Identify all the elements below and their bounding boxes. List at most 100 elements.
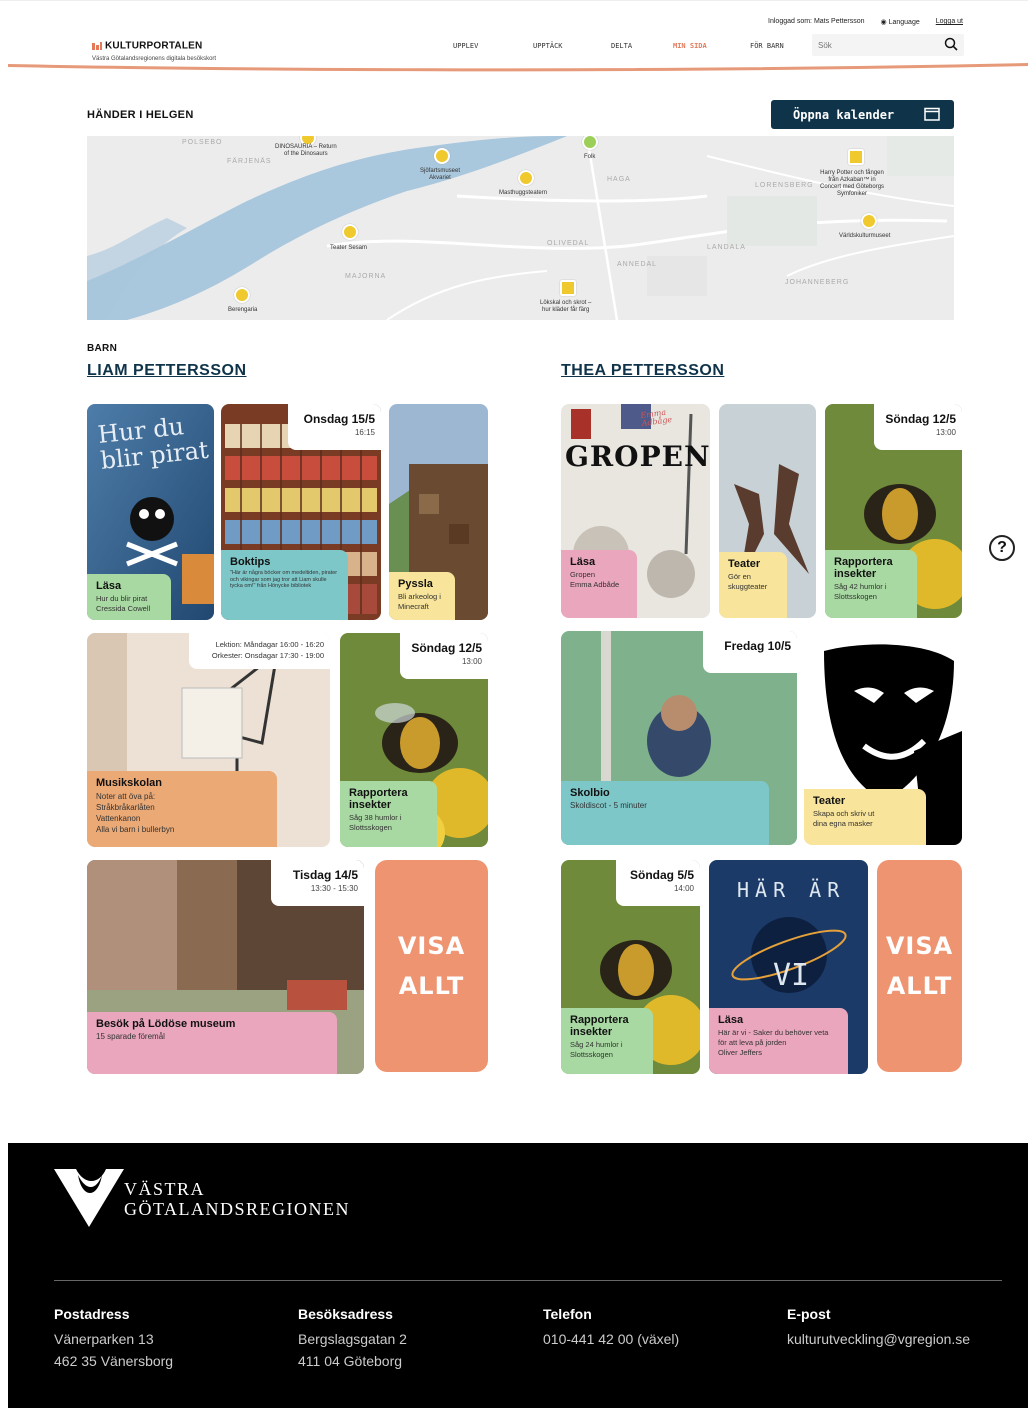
site-logo[interactable]: KULTURPORTALEN Västra Götalandsregionens… bbox=[92, 37, 216, 62]
har-ar-vi-title-top: HÄR ÄR bbox=[737, 878, 846, 902]
card-musikskolan[interactable]: Lektion: Måndagar 16:00 - 16:20 Orkester… bbox=[87, 633, 330, 847]
footer-postal-address: Postadress Vänerparken 13 462 35 Vänersb… bbox=[54, 1306, 173, 1372]
card-tag: Besök på Lödöse museum 15 sparade föremå… bbox=[87, 1012, 337, 1074]
card-teater-masker[interactable]: Teater Skapa och skriv ut dina egna mask… bbox=[804, 631, 962, 845]
date-box: Söndag 12/5 13:00 bbox=[874, 404, 962, 450]
map-pin[interactable] bbox=[434, 148, 450, 164]
map-area-label: MAJORNA bbox=[345, 273, 387, 280]
footer-line: Vänerparken 13 bbox=[54, 1331, 154, 1347]
book-cover-title: Hur du blir pirat bbox=[96, 412, 210, 475]
card-title: Läsa bbox=[96, 580, 122, 592]
card-tag: Boktips "Här är några böcker om medeltid… bbox=[221, 550, 348, 620]
card-teater-skugg[interactable]: Teater Gör en skuggteater bbox=[719, 404, 816, 618]
footer-heading: E-post bbox=[787, 1306, 831, 1322]
event-date: Tisdag 14/5 bbox=[292, 868, 358, 882]
footer-line: Bergslagsgatan 2 bbox=[298, 1331, 407, 1347]
map-pin-label: Världskulturmuseet bbox=[839, 233, 891, 239]
lesson-time: Lektion: Måndagar 16:00 - 16:20 bbox=[215, 640, 324, 649]
date-box: Onsdag 15/5 16:15 bbox=[288, 404, 381, 450]
card-rapportera-insekter-liam[interactable]: Söndag 12/5 13:00 Rapportera insekter Så… bbox=[340, 633, 488, 847]
help-button[interactable]: ? bbox=[989, 535, 1015, 561]
map-area-label: HAGA bbox=[607, 176, 631, 183]
map-pin[interactable] bbox=[560, 280, 576, 296]
card-subtitle: Gropen Emma Adbåde bbox=[570, 570, 620, 589]
card-title: Rapportera insekter bbox=[349, 787, 408, 811]
map-pin[interactable] bbox=[861, 213, 877, 229]
footer-heading: Postadress bbox=[54, 1306, 130, 1322]
card-subtitle: "Här är några böcker om medeltiden, pira… bbox=[230, 570, 338, 589]
child-name-thea[interactable]: THEA PETTERSSON bbox=[561, 362, 724, 380]
map-pin-label: Teater Sesam bbox=[330, 245, 368, 251]
nav-upptack[interactable]: UPPTÄCK bbox=[533, 42, 611, 50]
logged-in-text: Inloggad som: Mats Pettersson bbox=[768, 18, 865, 25]
card-subtitle: Gör en skuggteater bbox=[728, 572, 768, 591]
card-lasa-liam[interactable]: Hur du blir pirat Läsa Hur du blir pirat… bbox=[87, 404, 214, 620]
footer-email-link[interactable]: kulturutveckling@vgregion.se bbox=[787, 1328, 970, 1350]
vgr-logo[interactable]: VÄSTRA GÖTALANDSREGIONEN bbox=[54, 1169, 349, 1234]
map-pin[interactable] bbox=[518, 170, 534, 186]
date-box: Söndag 12/5 13:00 bbox=[400, 633, 488, 679]
show-all-button-thea[interactable]: VISA ALLT bbox=[877, 860, 962, 1072]
map-area-label: POLSEBO bbox=[182, 139, 223, 146]
card-subtitle: Hur du blir pirat Cressida Cowell bbox=[96, 594, 151, 613]
card-tag: Rapportera insekter Såg 42 humlor i Slot… bbox=[825, 550, 917, 618]
card-title: Skolbio bbox=[570, 787, 610, 799]
map-pin[interactable] bbox=[234, 287, 250, 303]
card-subtitle: Såg 38 humlor i Slottsskogen bbox=[349, 813, 402, 832]
weekend-title: HÄNDER I HELGEN bbox=[87, 109, 194, 121]
footer-phone-link[interactable]: 010-441 42 00 (växel) bbox=[543, 1328, 679, 1350]
gropen-title: GROPEN bbox=[565, 440, 710, 473]
card-lasa-gropen[interactable]: Emma Adbåge GROPEN Läsa Gropen Emma Adbå… bbox=[561, 404, 710, 618]
child-name-liam[interactable]: LIAM PETTERSSON bbox=[87, 362, 247, 380]
nav-min-sida[interactable]: MIN SIDA bbox=[673, 42, 750, 50]
map-area-label: ANNEDAL bbox=[617, 261, 658, 268]
card-tag: Teater Skapa och skriv ut dina egna mask… bbox=[804, 789, 926, 845]
card-boktips[interactable]: Onsdag 15/5 16:15 Boktips "Här är några … bbox=[221, 404, 381, 620]
globe-icon: ◉ bbox=[880, 19, 887, 26]
card-title: Teater bbox=[728, 558, 761, 570]
vgr-logo-icon bbox=[54, 1169, 124, 1227]
search-input[interactable] bbox=[812, 34, 932, 56]
card-lodose-museum[interactable]: Tisdag 14/5 13:30 - 15:30 Besök på Lödös… bbox=[87, 860, 364, 1074]
event-time: 13:00 bbox=[935, 428, 956, 437]
date-box: Tisdag 14/5 13:30 - 15:30 bbox=[271, 860, 364, 906]
card-tag: Läsa Här är vi - Saker du behöver veta f… bbox=[709, 1008, 848, 1074]
logo-title: KULTURPORTALEN bbox=[105, 40, 203, 52]
card-subtitle: Skapa och skriv ut dina egna masker bbox=[813, 809, 875, 828]
card-lasa-har-ar-vi[interactable]: HÄR ÄR VI Läsa Här är vi - Saker du behö… bbox=[709, 860, 868, 1074]
footer-phone: Telefon 010-441 42 00 (växel) bbox=[543, 1306, 679, 1350]
card-tag: Musikskolan Noter att öva på: Stråkbråka… bbox=[87, 771, 277, 847]
show-all-button-liam[interactable]: VISA ALLT bbox=[375, 860, 488, 1072]
card-pyssla[interactable]: Pyssla Bli arkeolog i Minecraft bbox=[389, 404, 488, 620]
footer-heading: Telefon bbox=[543, 1306, 592, 1322]
card-rapportera-insekter-thea-2[interactable]: Söndag 5/5 14:00 Rapportera insekter Såg… bbox=[561, 860, 700, 1074]
logout-link[interactable]: Logga ut bbox=[936, 18, 963, 26]
language-link[interactable]: ◉ Language bbox=[881, 18, 920, 26]
footer: VÄSTRA GÖTALANDSREGIONEN Postadress Väne… bbox=[8, 1143, 1028, 1408]
nav-upplev[interactable]: UPPLEV bbox=[453, 42, 533, 50]
map-pin[interactable] bbox=[848, 149, 864, 165]
map-pin[interactable] bbox=[342, 224, 358, 240]
language-label: Language bbox=[888, 19, 920, 26]
events-map[interactable]: POLSEBO FÄRJENÄS HAGA LORENSBERG OLIVEDA… bbox=[87, 136, 954, 320]
card-subtitle: Bli arkeolog i Minecraft bbox=[398, 592, 441, 611]
map-background bbox=[87, 136, 954, 320]
calendar-icon bbox=[924, 107, 940, 121]
nav-delta[interactable]: DELTA bbox=[611, 42, 673, 50]
map-area-label: OLIVEDAL bbox=[547, 240, 590, 247]
orchestra-time: Orkester: Onsdagar 17:30 - 19:00 bbox=[211, 651, 324, 660]
card-tag: Rapportera insekter Såg 24 humlor i Slot… bbox=[561, 1008, 653, 1074]
user-bar: Inloggad som: Mats Pettersson ◉ Language… bbox=[768, 18, 963, 26]
card-rapportera-insekter-thea-1[interactable]: Söndag 12/5 13:00 Rapportera insekter Så… bbox=[825, 404, 962, 618]
footer-heading: Besöksadress bbox=[298, 1306, 393, 1322]
card-subtitle: Skoldiscot - 5 minuter bbox=[570, 801, 647, 810]
search-icon[interactable] bbox=[944, 37, 958, 51]
show-all-line: ALLT bbox=[886, 972, 953, 1000]
card-tag: Pyssla Bli arkeolog i Minecraft bbox=[389, 572, 455, 620]
open-calendar-button[interactable]: Öppna kalender bbox=[771, 100, 954, 129]
card-title: Rapportera insekter bbox=[570, 1014, 629, 1038]
children-label: BARN bbox=[87, 343, 118, 354]
map-pin-label: Masthuggsteatern bbox=[499, 190, 548, 196]
card-skolbio[interactable]: Fredag 10/5 Skolbio Skoldiscot - 5 minut… bbox=[561, 631, 797, 845]
nav-for-barn[interactable]: FÖR BARN bbox=[750, 42, 810, 50]
